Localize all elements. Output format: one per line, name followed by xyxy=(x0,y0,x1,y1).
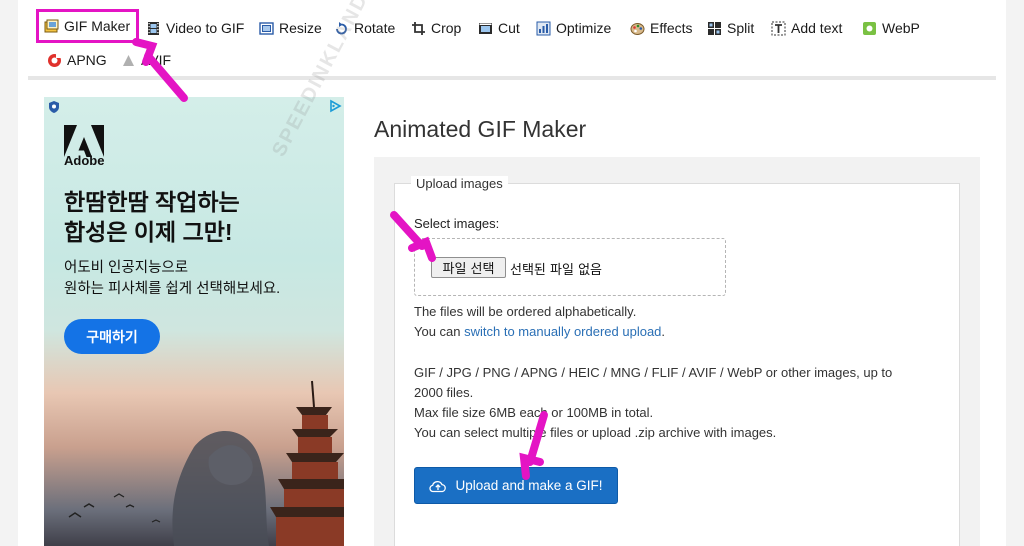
tool-split[interactable]: Split xyxy=(707,15,754,41)
tool-webp[interactable]: WebP xyxy=(862,15,920,41)
add-text-icon xyxy=(771,21,786,36)
page-title: Animated GIF Maker xyxy=(374,116,587,142)
tool-rotate[interactable]: Rotate xyxy=(334,15,395,41)
webp-icon xyxy=(862,21,877,36)
film-icon xyxy=(146,21,161,36)
tool-effects[interactable]: Effects xyxy=(630,15,693,41)
manual-order-line: You can switch to manually ordered uploa… xyxy=(414,324,666,339)
tool-resize[interactable]: Resize xyxy=(259,15,322,41)
cut-icon xyxy=(478,21,493,36)
zip-note: You can select multiple files or upload … xyxy=(414,425,777,440)
ad-buy-button[interactable]: 구매하기 xyxy=(64,319,160,354)
file-status-text: 선택된 파일 없음 xyxy=(510,263,602,278)
select-images-label: Select images: xyxy=(414,216,500,231)
ad-subtext: 어도비 인공지능으로 원하는 피사체를 쉽게 선택해보세요. xyxy=(64,260,281,297)
toolbar-divider xyxy=(28,76,996,80)
tool-gif-maker[interactable]: GIF Maker xyxy=(36,9,140,43)
effects-icon xyxy=(630,21,645,36)
adobe-ad-banner[interactable]: Adobe 한땀한땀 작업하는 합성은 이제 그만! 어도비 인공지능으로 원하… xyxy=(44,97,344,546)
order-note: The files will be ordered alphabetically… xyxy=(414,304,637,319)
tool-apng[interactable]: APNG xyxy=(47,47,107,73)
tool-add-text[interactable]: Add text xyxy=(771,15,842,41)
fieldset-legend: Upload images xyxy=(411,176,508,191)
tool-avif[interactable]: AVIF xyxy=(121,47,171,73)
ad-choices-icon[interactable] xyxy=(328,99,342,113)
split-icon xyxy=(707,21,722,36)
crop-icon xyxy=(411,21,426,36)
tool-menu: GIF Maker Video to GIF Resize Rotate Cro… xyxy=(18,0,1006,76)
manual-order-link[interactable]: switch to manually ordered upload xyxy=(464,324,661,339)
max-size-note: Max file size 6MB each or 100MB in total… xyxy=(414,405,654,420)
apng-icon xyxy=(47,53,62,68)
tool-crop[interactable]: Crop xyxy=(411,15,461,41)
tool-cut[interactable]: Cut xyxy=(478,15,520,41)
formats-line-1: GIF / JPG / PNG / APNG / HEIC / MNG / FL… xyxy=(414,365,893,380)
optimize-icon xyxy=(536,21,551,36)
ad-brand: Adobe xyxy=(64,153,105,168)
resize-icon xyxy=(259,21,274,36)
ad-choices-shield-icon[interactable] xyxy=(47,100,61,114)
ad-headline: 한땀한땀 작업하는 합성은 이제 그만! xyxy=(64,189,240,245)
tool-video-to-gif[interactable]: Video to GIF xyxy=(146,15,244,41)
ad-pagoda-scene-image xyxy=(68,380,344,546)
page: GIF Maker Video to GIF Resize Rotate Cro… xyxy=(18,0,1006,546)
cloud-upload-icon xyxy=(429,480,447,492)
avif-icon xyxy=(121,53,136,68)
upload-button[interactable]: Upload and make a GIF! xyxy=(414,467,618,504)
formats-line-2: 2000 files. xyxy=(414,385,474,400)
gif-maker-icon xyxy=(44,19,59,34)
choose-file-button[interactable]: 파일 선택 xyxy=(431,257,506,278)
rotate-icon xyxy=(334,21,349,36)
tool-optimize[interactable]: Optimize xyxy=(536,15,611,41)
